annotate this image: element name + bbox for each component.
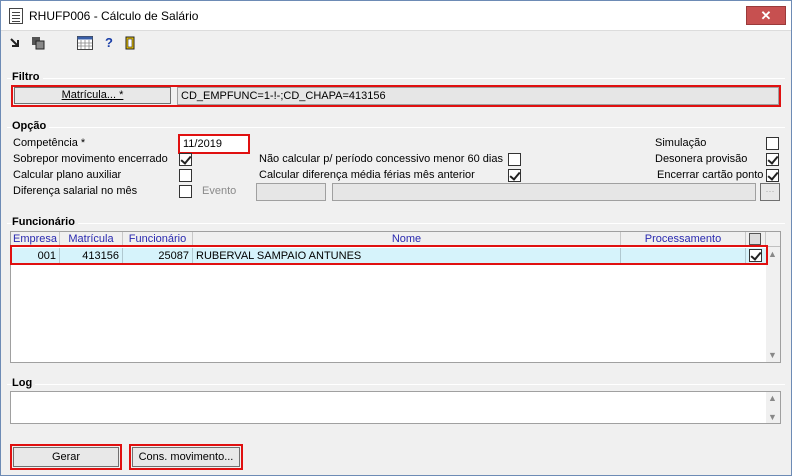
calcular-dif-label: Calcular diferença média férias mês ante… [259,169,475,181]
filtro-group-label: Filtro [12,71,43,83]
encerrar-checkbox[interactable] [766,169,779,182]
col-funcionario[interactable]: Funcionário [123,232,193,247]
opcao-group-label: Opção [12,120,50,132]
funcionario-group-line [7,223,785,224]
exit-door-icon[interactable] [123,36,137,50]
grid-scrollbar[interactable]: ▲ ▼ [766,247,780,362]
scroll-up-icon[interactable]: ▲ [768,249,777,259]
scroll-down-icon[interactable]: ▼ [768,350,777,360]
competencia-label: Competência * [13,137,86,149]
export-icon[interactable] [9,36,23,50]
cell-select [746,248,766,264]
simulacao-label: Simulação [655,137,707,149]
nao-calcular-label: Não calcular p/ período concessivo menor… [259,153,503,165]
cell-matricula: 413156 [60,248,123,264]
calcular-plano-label: Calcular plano auxiliar [13,169,122,181]
sobrepor-label: Sobrepor movimento encerrado [13,153,168,165]
log-scroll-down-icon[interactable]: ▼ [768,412,777,422]
cell-funcionario: 25087 [123,248,193,264]
toolbar: ? [1,32,791,54]
desonera-checkbox[interactable] [766,153,779,166]
table-row[interactable]: 001 413156 25087 RUBERVAL SAMPAIO ANTUNE… [11,248,766,264]
nao-calcular-checkbox[interactable] [508,153,521,166]
filtro-group-line [7,78,785,79]
title-bar: RHUFP006 - Cálculo de Salário ✕ [1,1,791,31]
simulacao-checkbox[interactable] [766,137,779,150]
evento-label: Evento [202,185,237,197]
diferenca-checkbox[interactable] [179,185,192,198]
cell-empresa: 001 [11,248,60,264]
col-empresa[interactable]: Empresa [11,232,60,247]
evento-field[interactable] [256,183,326,201]
gerar-button[interactable]: Gerar [13,447,119,467]
help-icon[interactable]: ? [102,36,116,50]
log-group-label: Log [12,377,36,389]
row-select-checkbox[interactable] [749,249,762,262]
calcular-dif-checkbox[interactable] [508,169,521,182]
sobrepor-checkbox[interactable] [179,153,192,166]
cons-movimento-button[interactable]: Cons. movimento... [132,447,240,467]
close-button[interactable]: ✕ [746,6,786,25]
calcular-plano-checkbox[interactable] [179,169,192,182]
log-scrollbar[interactable]: ▲ ▼ [766,392,780,423]
competencia-field[interactable]: 11/2019 [179,135,249,153]
funcionario-grid: Empresa Matrícula Funcionário Nome Proce… [10,231,781,363]
diferenca-label: Diferença salarial no mês [13,185,138,197]
window-title: RHUFP006 - Cálculo de Salário [29,9,199,23]
col-select[interactable] [746,232,766,247]
log-textarea[interactable]: ▲ ▼ [10,391,781,424]
desonera-label: Desonera provisão [655,153,748,165]
col-matricula[interactable]: Matrícula [60,232,123,247]
copy-icon[interactable] [31,36,45,50]
grid-header: Empresa Matrícula Funcionário Nome Proce… [11,232,780,247]
cell-nome: RUBERVAL SAMPAIO ANTUNES [193,248,621,264]
col-nome[interactable]: Nome [193,232,621,247]
log-scroll-up-icon[interactable]: ▲ [768,393,777,403]
calendar-grid-icon[interactable] [77,36,93,50]
select-all-icon [749,233,761,245]
log-group-line [7,384,785,385]
filtro-field[interactable]: CD_EMPFUNC=1-!-;CD_CHAPA=413156 [177,87,779,105]
funcionario-group-label: Funcionário [12,216,78,228]
document-icon [9,8,23,24]
col-processamento[interactable]: Processamento [621,232,746,247]
cell-processamento [621,248,746,264]
opcao-group-line [7,127,785,128]
evento-desc-field[interactable] [332,183,756,201]
encerrar-label: Encerrar cartão ponto [657,169,764,181]
matricula-button[interactable]: Matrícula... * [14,87,171,104]
evento-lookup-button[interactable]: ⋯ [760,183,780,201]
main-window: RHUFP006 - Cálculo de Salário ✕ ? Filtro… [0,0,792,476]
